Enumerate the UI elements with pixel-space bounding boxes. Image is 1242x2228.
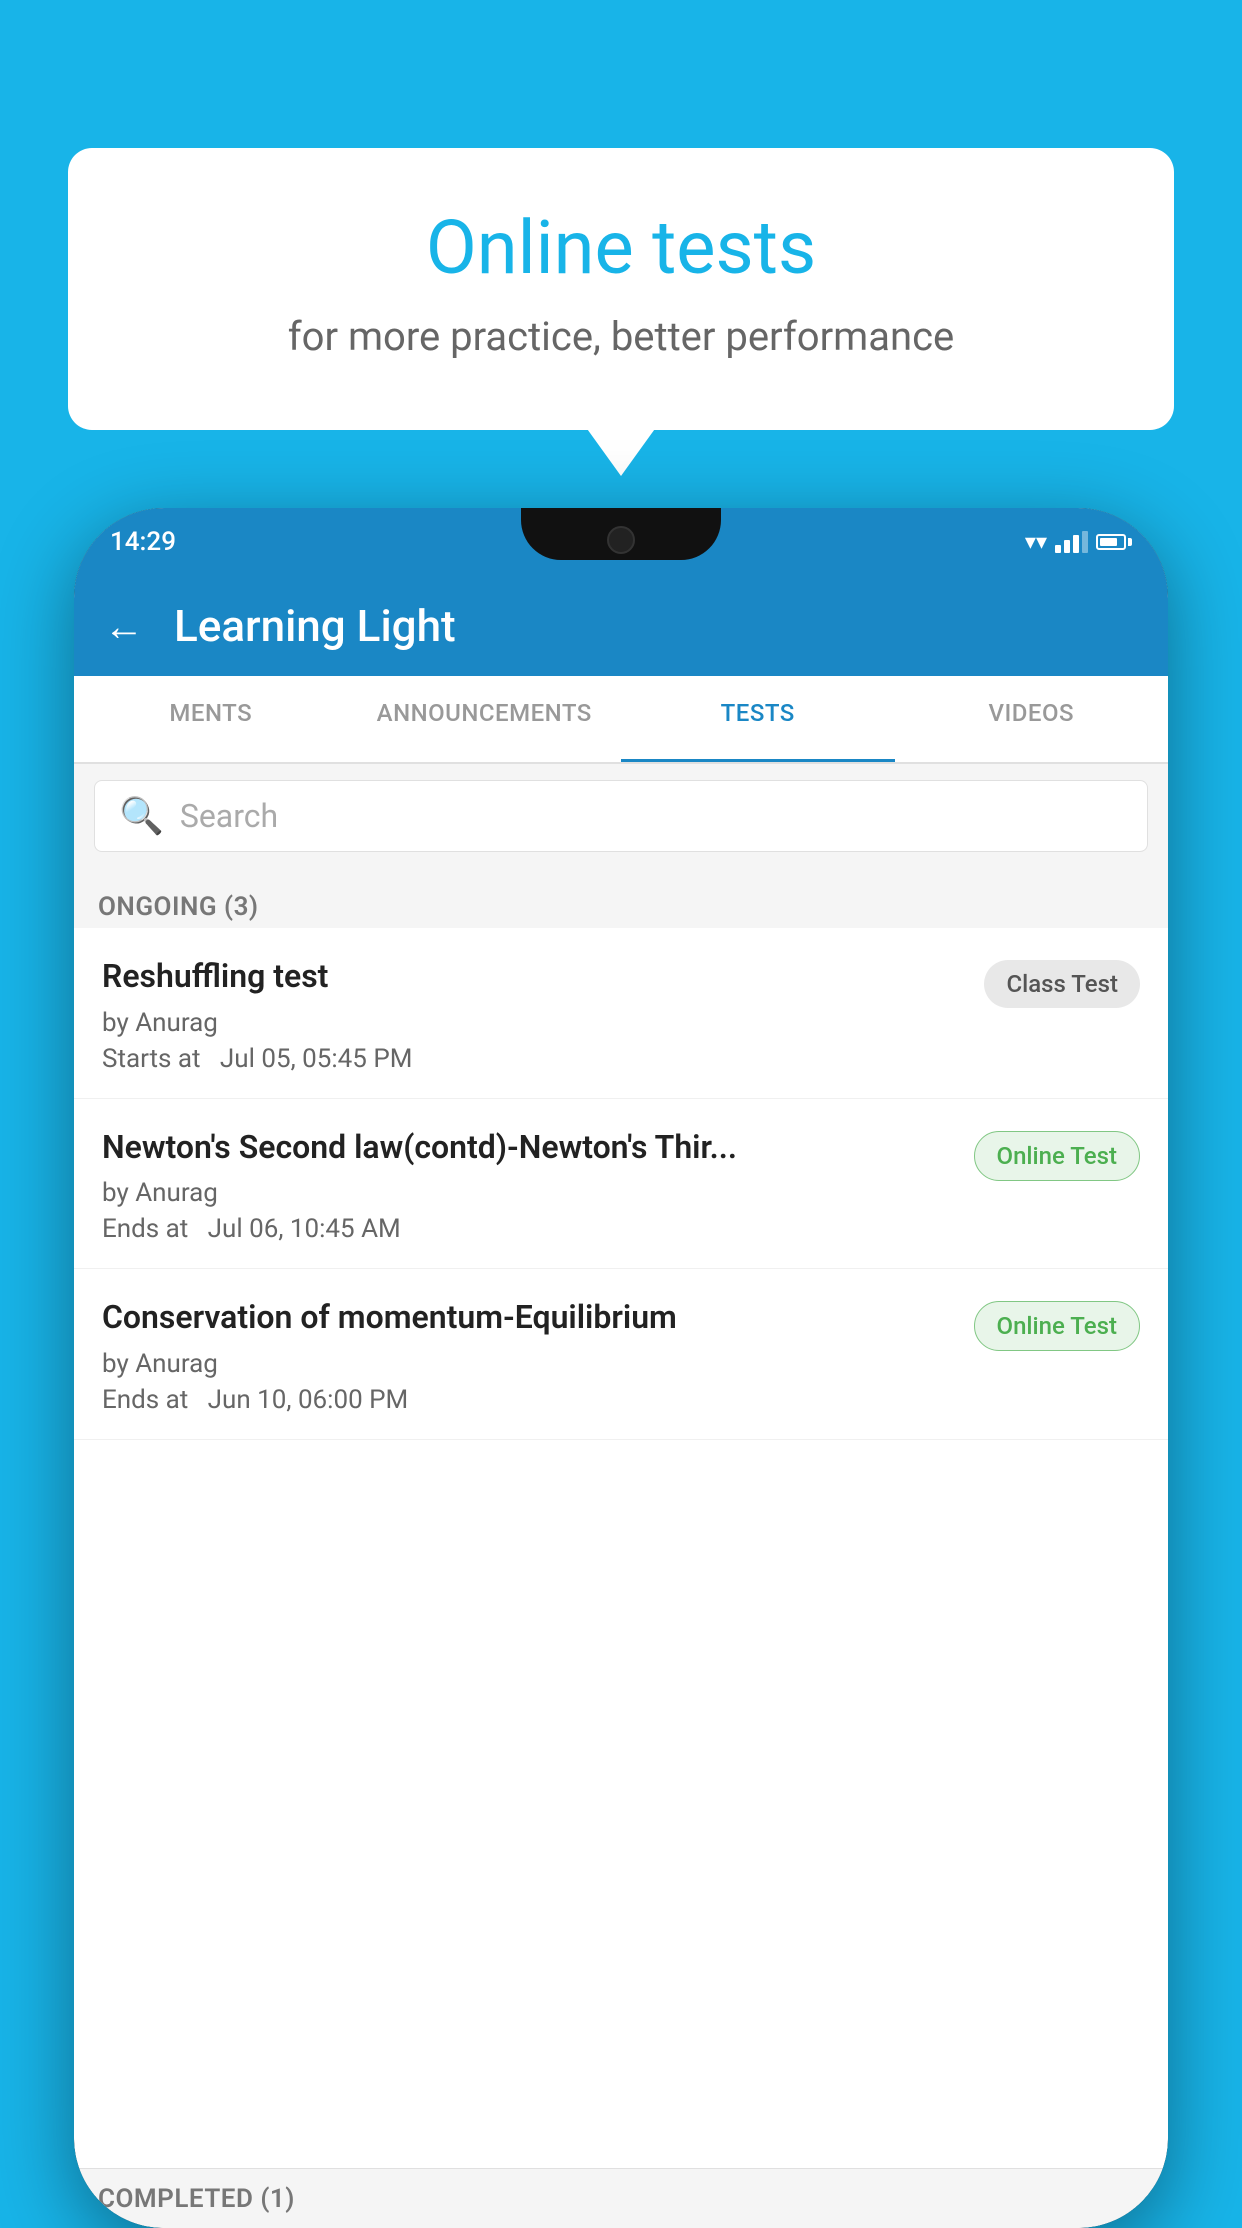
tab-tests[interactable]: TESTS [621, 676, 895, 762]
speech-bubble: Online tests for more practice, better p… [68, 148, 1174, 430]
test-item-2[interactable]: Newton's Second law(contd)-Newton's Thir… [74, 1099, 1168, 1270]
test-item-3[interactable]: Conservation of momentum-Equilibrium by … [74, 1269, 1168, 1440]
search-container: 🔍 Search [74, 764, 1168, 868]
tab-announcements-label: ANNOUNCEMENTS [377, 699, 592, 727]
test-time-1: Starts at Jul 05, 05:45 PM [102, 1044, 964, 1074]
tab-bar: MENTS ANNOUNCEMENTS TESTS VIDEOS [74, 676, 1168, 764]
test-title-2: Newton's Second law(contd)-Newton's Thir… [102, 1127, 954, 1169]
app-bar: ← Learning Light [74, 576, 1168, 676]
test-author-1: by Anurag [102, 1008, 964, 1038]
test-title-3: Conservation of momentum-Equilibrium [102, 1297, 954, 1339]
app-bar-title: Learning Light [174, 600, 456, 652]
tab-ments[interactable]: MENTS [74, 676, 348, 762]
tab-videos[interactable]: VIDEOS [895, 676, 1169, 762]
test-time-3: Ends at Jun 10, 06:00 PM [102, 1385, 954, 1415]
bubble-subtitle: for more practice, better performance [148, 313, 1094, 360]
phone-frame: 14:29 ▾▾ [74, 508, 1168, 2228]
test-info-1: Reshuffling test by Anurag Starts at Jul… [102, 956, 984, 1074]
back-button[interactable]: ← [104, 603, 144, 650]
bubble-title: Online tests [148, 208, 1094, 289]
test-time-2: Ends at Jul 06, 10:45 AM [102, 1214, 954, 1244]
phone-inner: 14:29 ▾▾ [74, 508, 1168, 2228]
battery-icon [1096, 534, 1132, 550]
search-bar[interactable]: 🔍 Search [94, 780, 1148, 852]
ongoing-section-title: ONGOING (3) [98, 892, 259, 922]
search-placeholder: Search [180, 797, 278, 835]
tab-announcements[interactable]: ANNOUNCEMENTS [348, 676, 622, 762]
test-badge-3: Online Test [974, 1301, 1140, 1351]
completed-section-title: COMPLETED (1) [98, 2184, 295, 2214]
test-badge-1: Class Test [984, 960, 1140, 1008]
phone-content: 14:29 ▾▾ [74, 508, 1168, 2228]
test-info-3: Conservation of momentum-Equilibrium by … [102, 1297, 974, 1415]
test-badge-2: Online Test [974, 1131, 1140, 1181]
test-author-2: by Anurag [102, 1178, 954, 1208]
wifi-icon: ▾▾ [1025, 530, 1047, 555]
test-author-3: by Anurag [102, 1349, 954, 1379]
tab-tests-label: TESTS [721, 699, 795, 727]
tab-videos-label: VIDEOS [988, 699, 1074, 727]
completed-section-header: COMPLETED (1) [74, 2168, 1168, 2228]
test-item-1[interactable]: Reshuffling test by Anurag Starts at Jul… [74, 928, 1168, 1099]
signal-icon [1055, 531, 1088, 553]
search-icon: 🔍 [119, 795, 164, 837]
status-icons: ▾▾ [1025, 530, 1132, 555]
status-time: 14:29 [110, 527, 176, 557]
speech-bubble-container: Online tests for more practice, better p… [68, 148, 1174, 430]
camera [607, 526, 635, 554]
test-title-1: Reshuffling test [102, 956, 964, 998]
tab-ments-label: MENTS [169, 699, 252, 727]
notch [521, 508, 721, 560]
test-info-2: Newton's Second law(contd)-Newton's Thir… [102, 1127, 974, 1245]
test-list: Reshuffling test by Anurag Starts at Jul… [74, 928, 1168, 2228]
